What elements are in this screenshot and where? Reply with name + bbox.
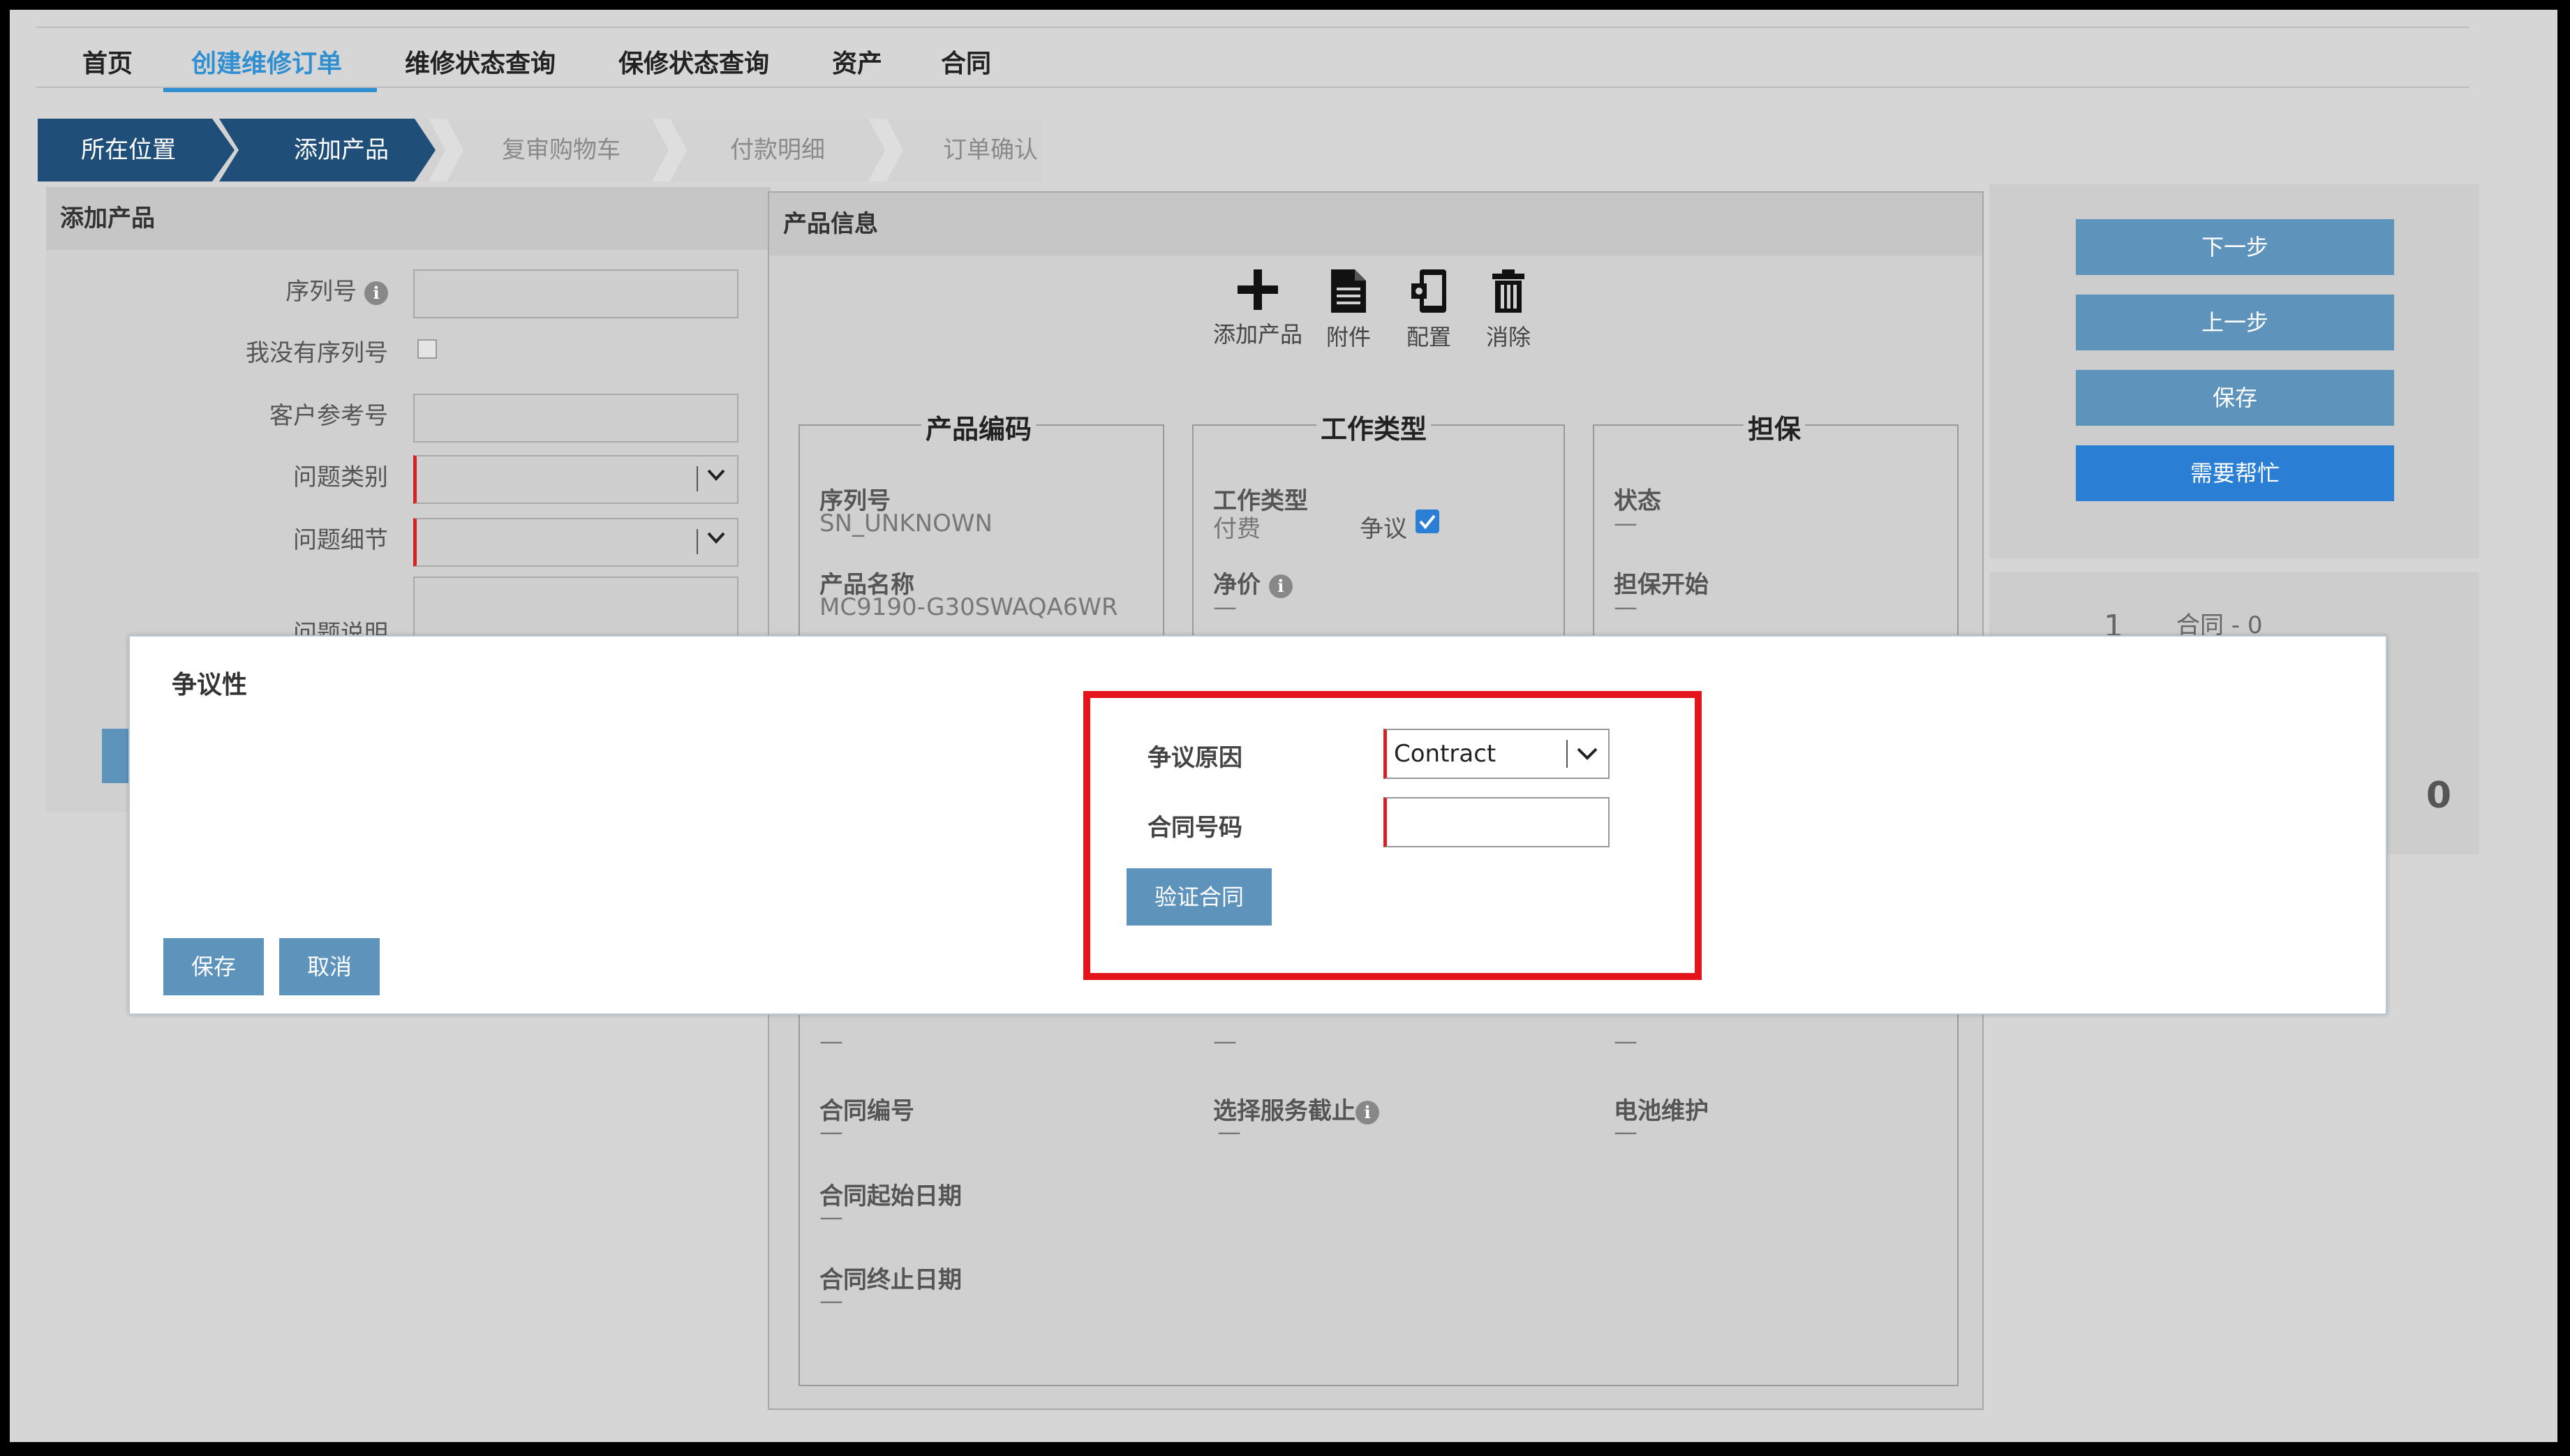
contract-start-value: — (819, 1203, 843, 1231)
product-name-value: MC9190-G30SWAQA6WR (819, 593, 1118, 621)
nav-active-underline (163, 88, 377, 92)
nav-home[interactable]: 首页 (82, 36, 133, 92)
dispute-reason-select[interactable]: Contract (1383, 729, 1610, 779)
modal-save-button[interactable]: 保存 (163, 938, 264, 995)
work-type-value: 付费 (1213, 515, 1261, 543)
warranty-start-value: — (1614, 593, 1637, 621)
nav-assets[interactable]: 资产 (832, 36, 882, 92)
work-type-legend: 工作类型 (1316, 408, 1432, 446)
problem-detail-select[interactable] (413, 518, 738, 567)
info-icon: i (364, 281, 388, 305)
device-config-icon (1411, 269, 1446, 313)
lower-col1-value: — (819, 1027, 843, 1055)
serial-input[interactable] (413, 269, 738, 318)
no-serial-checkbox[interactable] (417, 339, 437, 359)
battery-value: — (1614, 1118, 1637, 1146)
trash-icon (1492, 269, 1524, 313)
dispute-reason-label: 争议原因 (1147, 744, 1242, 772)
document-icon (1331, 269, 1366, 313)
contract-no-value: — (819, 1118, 843, 1146)
chevron-down-icon (707, 532, 725, 544)
nav-bottom-border (36, 87, 2469, 88)
actions-panel: 下一步 上一步 保存 需要帮忙 (1989, 184, 2479, 558)
breadcrumb-step-payment: 付款明细 (730, 136, 825, 164)
nav-warranty-status[interactable]: 保修状态查询 (618, 36, 769, 92)
modal-cancel-button[interactable]: 取消 (279, 938, 380, 995)
config-tool[interactable]: 配置 (1397, 268, 1460, 352)
add-product-title: 添加产品 (46, 187, 771, 250)
select-separator (1566, 740, 1568, 768)
add-product-tool[interactable]: 添加产品 (1209, 268, 1307, 349)
dispute-modal: 争议性 争议原因 Contract 合同号码 验证合同 保存 取消 (128, 635, 2387, 1015)
problem-category-select[interactable] (413, 455, 738, 504)
attachment-tool[interactable]: 附件 (1321, 268, 1376, 352)
product-info-title: 产品信息 (769, 193, 1982, 255)
contract-details-box (799, 995, 1959, 1386)
dispute-reason-value: Contract (1394, 740, 1496, 768)
save-button[interactable]: 保存 (2076, 370, 2394, 426)
breadcrumb-step-confirm: 订单确认 (943, 136, 1038, 164)
nav-create-repair-order[interactable]: 创建维修订单 (191, 36, 342, 92)
lower-col3-value: — (1614, 1027, 1637, 1055)
chevron-down-icon (707, 469, 725, 481)
net-price-value: — (1213, 593, 1237, 621)
problem-detail-label: 问题细节 (293, 526, 388, 554)
next-step-button[interactable]: 下一步 (2076, 219, 2394, 275)
product-code-legend: 产品编码 (921, 408, 1037, 446)
verify-contract-button[interactable]: 验证合同 (1127, 868, 1272, 926)
contract-number-label: 合同号码 (1147, 814, 1242, 842)
plus-icon (1238, 269, 1278, 310)
warranty-legend: 担保 (1744, 408, 1806, 446)
check-icon (1419, 514, 1436, 530)
service-cutoff-value: — (1217, 1118, 1241, 1146)
dispute-label: 争议 (1360, 515, 1407, 543)
breadcrumb-step-review-cart: 复审购物车 (502, 136, 621, 164)
dispute-checkbox[interactable] (1416, 510, 1439, 533)
nav-top-border (36, 27, 2469, 28)
nav-contracts[interactable]: 合同 (941, 36, 991, 92)
app-frame: 首页 创建维修订单 维修状态查询 保修状态查询 资产 合同 所在位置 添加产品 … (10, 10, 2557, 1442)
delete-tool[interactable]: 消除 (1477, 268, 1540, 352)
customer-ref-input[interactable] (413, 394, 738, 443)
problem-category-label: 问题类别 (293, 463, 388, 491)
customer-ref-label: 客户参考号 (269, 402, 388, 430)
breadcrumb-step-location: 所在位置 (81, 136, 176, 164)
help-button[interactable]: 需要帮忙 (2076, 445, 2394, 501)
contract-number-input[interactable] (1383, 797, 1610, 847)
chevron-down-icon (1577, 748, 1598, 760)
info-icon: i (1268, 574, 1293, 598)
serial-label: 序列号 i (46, 272, 388, 306)
contract-end-value: — (819, 1287, 843, 1315)
lower-col2-value: — (1213, 1027, 1237, 1055)
warranty-status-value: — (1614, 510, 1637, 537)
breadcrumb-step-add-product: 添加产品 (294, 136, 389, 164)
prev-step-button[interactable]: 上一步 (2076, 295, 2394, 350)
product-serial-value: SN_UNKNOWN (819, 510, 993, 537)
no-serial-label: 我没有序列号 (246, 339, 388, 367)
nav-repair-status[interactable]: 维修状态查询 (405, 36, 556, 92)
info-icon: i (1355, 1100, 1379, 1124)
modal-title: 争议性 (172, 671, 248, 699)
